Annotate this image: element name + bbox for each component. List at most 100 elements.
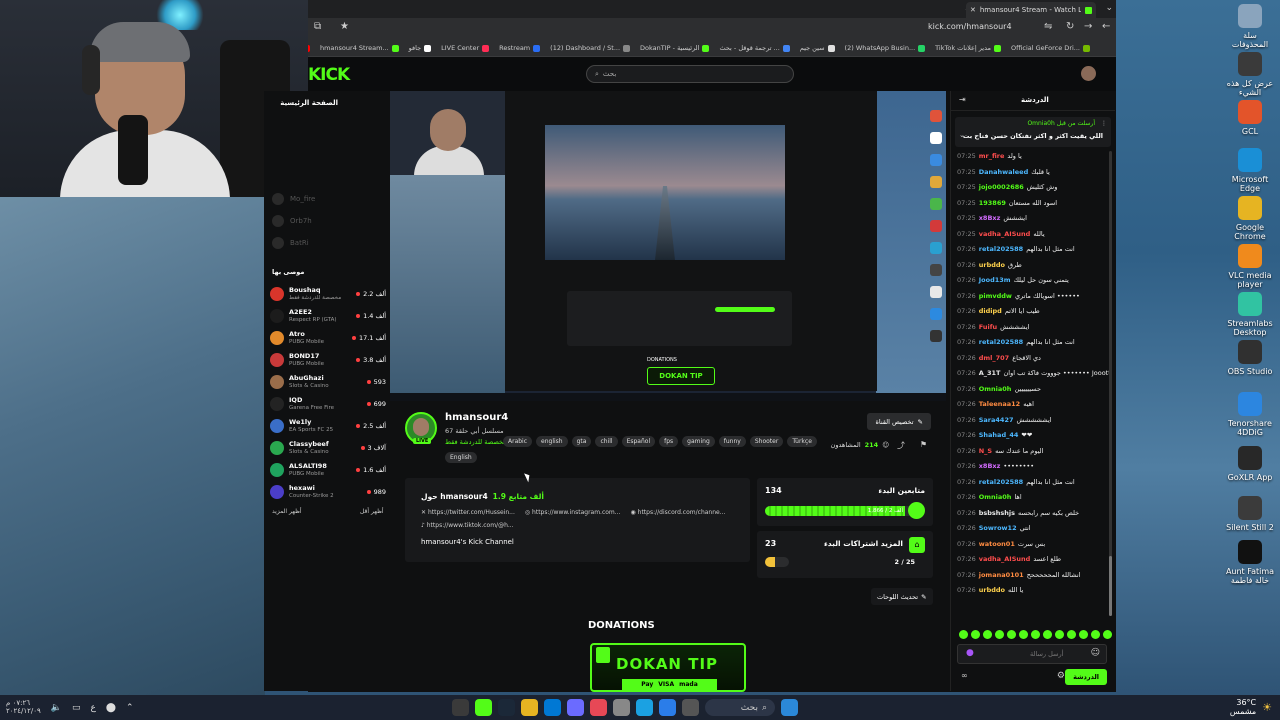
emote-icon[interactable] xyxy=(1019,630,1028,639)
sidebar-channel-item[interactable]: A2EE2 Respect RP (GTA) 1.4 ألف xyxy=(270,306,386,326)
chat-username[interactable]: Taleenaa12 xyxy=(979,400,1020,408)
chat-username[interactable]: vadha_AISund xyxy=(979,230,1031,238)
desktop-icon[interactable]: VLC media player xyxy=(1224,244,1276,289)
tag-chip[interactable]: gta xyxy=(571,436,592,447)
chat-username[interactable]: retal202588 xyxy=(979,338,1023,346)
tray-chevron-icon[interactable]: ⌃ xyxy=(126,703,134,713)
tag-chip[interactable]: Türkçe xyxy=(787,436,817,447)
sidebar-ghost-item[interactable]: Mo_fire xyxy=(272,193,315,205)
chat-username[interactable]: retal202588 xyxy=(979,245,1023,253)
emote-icon[interactable] xyxy=(1043,630,1052,639)
chevron-down-icon[interactable]: ⌄ xyxy=(959,131,965,139)
chat-username[interactable]: Shahad_44 xyxy=(979,431,1019,439)
sidebar-ghost-item[interactable]: BatRi xyxy=(272,237,309,249)
desktop-icon[interactable]: Google Chrome xyxy=(1224,196,1276,241)
chat-username[interactable]: Jood13m xyxy=(979,276,1011,284)
kick-logo[interactable]: KICK xyxy=(308,65,350,85)
mail-icon[interactable] xyxy=(590,699,607,716)
extension-icon[interactable] xyxy=(930,154,942,166)
back-icon[interactable]: ← xyxy=(1102,21,1110,32)
video-player[interactable]: DONATIONS DOKAN TIP xyxy=(390,91,946,401)
bookmark-item[interactable]: YouTube xyxy=(308,44,310,52)
task-view-icon[interactable] xyxy=(452,699,469,716)
tag-chip[interactable]: Shooter xyxy=(749,436,784,447)
desktop-icon[interactable]: GoXLR App xyxy=(1224,446,1276,482)
chat-username[interactable]: didipd xyxy=(979,307,1002,315)
tab-menu-icon[interactable]: ⌄ xyxy=(1105,3,1113,13)
sidebar-channel-item[interactable]: IQD Garena Free Fire 699 xyxy=(270,394,386,414)
mic-tray-icon[interactable]: ⬤ xyxy=(106,703,116,713)
url-field[interactable]: kick.com/hmansour4 xyxy=(928,22,1012,31)
bookmark-item[interactable]: TikTok مدير إعلانات xyxy=(935,44,1001,52)
desktop-icon[interactable]: Tenorshare 4DDiG xyxy=(1224,392,1276,437)
emote-icon[interactable] xyxy=(1007,630,1016,639)
sidebar-channel-item[interactable]: AbuGhazi Slots & Casino 593 xyxy=(270,372,386,392)
user-avatar[interactable] xyxy=(1081,66,1096,81)
network-icon[interactable]: ▭ xyxy=(72,703,81,713)
chat-username[interactable]: bsbshshjs xyxy=(979,509,1015,517)
kick-search-input[interactable]: ⌕ بحث xyxy=(586,65,794,83)
tab-active[interactable]: ✕ hmansour4 Stream - Watch Live xyxy=(966,2,1096,18)
update-panels-button[interactable]: تحديث اللوحات ✎ xyxy=(871,588,933,605)
close-tab-icon[interactable]: ✕ xyxy=(970,6,976,14)
desktop-icon[interactable]: Silent Still 2 xyxy=(1224,496,1276,532)
desktop-icon[interactable]: Microsoft Edge xyxy=(1224,148,1276,193)
chat-username[interactable]: pimvddw xyxy=(979,292,1012,300)
sidebar-channel-item[interactable]: ALSALTI98 PUBG Mobile 1.6 ألف xyxy=(270,460,386,480)
tiktok-link[interactable]: ♪ https://www.tiktok.com/@h... xyxy=(421,522,514,529)
bookmark-item[interactable]: Restream xyxy=(499,44,541,52)
share-icon[interactable]: ⤴ xyxy=(897,440,905,451)
file-explorer-icon[interactable] xyxy=(682,699,699,716)
tag-chip[interactable]: english xyxy=(536,436,568,447)
chrome-taskbar-icon[interactable] xyxy=(521,699,538,716)
store-icon[interactable] xyxy=(659,699,676,716)
chat-username[interactable]: urbddo xyxy=(979,586,1005,594)
edge-taskbar-icon[interactable] xyxy=(636,699,653,716)
chat-username[interactable]: retal202588 xyxy=(979,478,1023,486)
bookmark-item[interactable]: جافو xyxy=(409,44,432,52)
steam-icon[interactable] xyxy=(498,699,515,716)
kick-taskbar-icon[interactable] xyxy=(475,699,492,716)
bookmark-item[interactable]: (2) WhatsApp Busin... xyxy=(845,44,926,52)
sidebar-channel-item[interactable]: hexawi Counter-Strike 2 989 xyxy=(270,482,386,502)
bookmark-item[interactable]: hmansour4 Stream... xyxy=(320,44,399,52)
chat-username[interactable]: 193869 xyxy=(979,199,1006,207)
channel-name[interactable]: hmansour4 xyxy=(445,412,508,423)
extensions-icon[interactable]: ⧉ xyxy=(314,21,321,32)
extension-icon[interactable] xyxy=(930,330,942,342)
taskbar-search[interactable]: بحث ⌕ xyxy=(705,699,775,716)
extension-icon[interactable] xyxy=(930,132,942,144)
chat-username[interactable]: Omnia0h xyxy=(979,493,1012,501)
chat-username[interactable]: urbddo xyxy=(979,261,1005,269)
emoji-icon[interactable]: ☺ xyxy=(1091,648,1100,658)
chat-username[interactable]: A_31T xyxy=(979,369,1001,377)
windows-start-icon[interactable] xyxy=(781,699,798,716)
extension-icon[interactable] xyxy=(930,220,942,232)
emote-icon[interactable] xyxy=(971,630,980,639)
gear-icon[interactable]: ⚙ xyxy=(1057,671,1065,681)
mic-icon[interactable]: ● xyxy=(966,648,974,658)
chat-username[interactable]: x8Bxz xyxy=(979,462,1001,470)
sidebar-home-title[interactable]: الصفحة الرئيسية xyxy=(280,99,338,107)
extension-icon[interactable] xyxy=(930,308,942,320)
extension-icon[interactable] xyxy=(930,176,942,188)
tag-english[interactable]: English xyxy=(445,452,477,463)
tag-chip[interactable]: Arabic xyxy=(503,436,533,447)
chat-username[interactable]: jomana0101 xyxy=(979,571,1024,579)
copilot-icon[interactable] xyxy=(567,699,584,716)
player-controls[interactable] xyxy=(390,393,946,401)
desktop-icon[interactable]: GCL xyxy=(1224,100,1276,136)
bookmark-star-icon[interactable]: ★ xyxy=(340,21,349,32)
twitter-link[interactable]: ✕ https://twitter.com/Hussein... xyxy=(421,509,515,516)
sidebar-show-more[interactable]: أظهر المزيد xyxy=(272,508,302,515)
reload-icon[interactable]: ↻ xyxy=(1066,21,1074,32)
emote-icon[interactable] xyxy=(1079,630,1088,639)
chat-username[interactable]: N_S xyxy=(979,447,992,455)
tag-chip[interactable]: funny xyxy=(718,436,746,447)
bookmark-item[interactable]: Official GeForce Dri... xyxy=(1011,44,1090,52)
chat-input[interactable]: ● أرسل رسالة ☺ xyxy=(957,644,1107,664)
discord-link[interactable]: ◉ https://discord.com/channe... xyxy=(631,509,726,516)
emote-icon[interactable] xyxy=(1031,630,1040,639)
extension-icon[interactable] xyxy=(930,242,942,254)
gift-icon[interactable]: ⚑ xyxy=(920,440,927,449)
